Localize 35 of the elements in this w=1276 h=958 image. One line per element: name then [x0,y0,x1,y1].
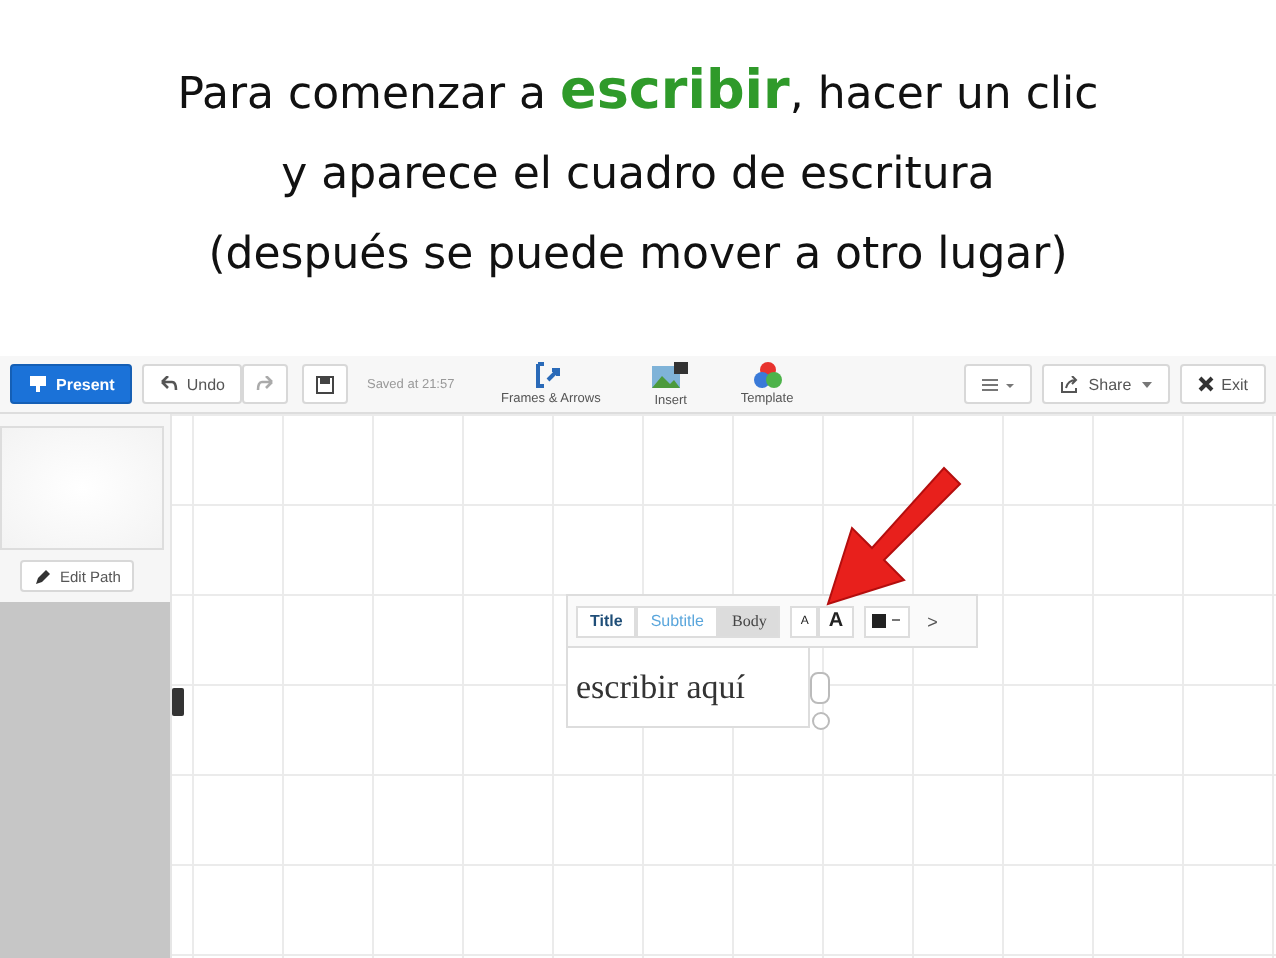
text-box[interactable]: escribir aquí [566,648,810,728]
caption-line: Para comenzar a escribir, hacer un clic [177,58,1099,126]
redo-icon [256,376,275,392]
sidebar-handle[interactable] [172,688,184,716]
frame-thumbnail[interactable] [0,426,164,550]
share-icon [1060,375,1081,393]
caption-line: (después se puede mover a otro lugar) [208,228,1068,284]
text-content: escribir aquí [576,667,745,707]
style-tab[interactable]: Title [576,605,637,637]
caption-line: y aparece el cuadro de escritura [281,148,995,204]
image-icon [652,361,689,389]
present-button[interactable]: Present [10,364,133,404]
rotate-handle[interactable] [811,712,829,730]
more-button[interactable]: > [919,611,946,631]
color-button[interactable] [863,605,910,637]
save-icon [316,375,335,393]
share-button[interactable]: Share [1042,364,1170,404]
color-swatch-icon [871,614,902,628]
menu-icon [982,377,1015,391]
present-icon [28,374,48,394]
close-icon [1197,376,1214,392]
save-button[interactable] [302,364,349,404]
increase-font-button[interactable]: A [818,605,854,637]
arrow-drawing [824,464,964,608]
undo-icon [160,376,179,392]
style-tab[interactable]: Body [718,605,781,637]
redo-button[interactable] [242,364,289,404]
exit-button[interactable]: Exit [1179,364,1266,404]
menu-button[interactable] [964,364,1033,404]
color-circles-icon [753,361,782,387]
resize-handle[interactable] [810,672,830,704]
pencil-icon [34,567,52,585]
undo-button[interactable]: Undo [142,364,243,404]
frame-arrow-icon [536,361,565,387]
caret-icon [1141,381,1152,387]
